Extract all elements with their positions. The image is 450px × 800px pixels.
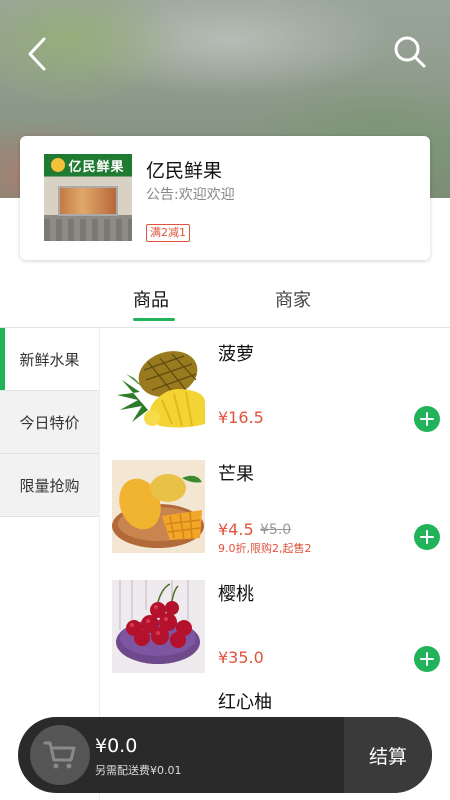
search-icon (394, 36, 426, 68)
product-name: 红心柚 (218, 692, 272, 713)
product-item[interactable]: 菠萝 ¥16.5 (100, 328, 450, 448)
category-label: 今日特价 (19, 413, 80, 432)
store-floor-image (44, 219, 132, 241)
category-item-limited-sale[interactable]: 限量抢购 (0, 454, 99, 517)
product-image-mango (112, 460, 205, 553)
product-price: ¥35.0 (218, 648, 264, 667)
category-label: 限量抢购 (19, 476, 80, 495)
product-image-cherry (112, 580, 205, 673)
tab-goods[interactable]: 商品 (133, 286, 169, 312)
product-price: ¥4.5 (218, 520, 254, 539)
tab-merchant[interactable]: 商家 (275, 286, 311, 312)
category-item-fresh-fruit[interactable]: 新鲜水果 (0, 328, 99, 391)
chevron-left-icon (28, 37, 46, 71)
category-label: 新鲜水果 (19, 350, 80, 369)
add-to-cart-button[interactable] (414, 646, 440, 672)
active-tab-indicator (133, 318, 175, 321)
product-item[interactable]: 芒果 ¥4.5 ¥5.0 9.0折,限购2,起售2 (100, 448, 450, 568)
promo-badge: 满2减1 (146, 224, 190, 242)
back-button[interactable] (22, 36, 52, 72)
cherry-image (112, 580, 205, 673)
store-name: 亿民鲜果 (146, 160, 223, 182)
search-button[interactable] (392, 34, 428, 70)
store-photo: 亿民鲜果 (44, 154, 132, 241)
store-sign-text: 亿民鲜果 (68, 159, 125, 175)
store-notice: 公告:欢迎欢迎 (146, 187, 235, 203)
product-original-price: ¥5.0 (260, 522, 292, 538)
add-to-cart-button[interactable] (414, 406, 440, 432)
store-door-image (58, 186, 118, 216)
tab-bar: 商品 商家 (0, 272, 450, 328)
product-discount-note: 9.0折,限购2,起售2 (218, 542, 312, 555)
store-sign: 亿民鲜果 (44, 154, 132, 176)
category-item-daily-special[interactable]: 今日特价 (0, 391, 99, 454)
mango-image (112, 460, 205, 553)
store-logo-icon (51, 158, 66, 172)
product-name: 菠萝 (218, 344, 254, 365)
product-item[interactable]: 樱桃 ¥35.0 (100, 568, 450, 688)
product-name: 芒果 (218, 464, 254, 485)
cart-button[interactable] (30, 725, 90, 785)
store-info-card[interactable]: 亿民鲜果 亿民鲜果 公告:欢迎欢迎 满2减1 (20, 136, 430, 260)
shopping-cart-icon (43, 741, 76, 769)
add-to-cart-button[interactable] (414, 524, 440, 550)
cart-bar: ¥0.0 另需配送费¥0.01 结算 (18, 717, 432, 793)
cart-total: ¥0.0 (95, 735, 138, 757)
pineapple-image (112, 340, 205, 433)
product-image-pineapple (112, 340, 205, 433)
product-name: 樱桃 (218, 584, 254, 605)
delivery-fee-note: 另需配送费¥0.01 (95, 764, 182, 777)
product-price: ¥16.5 (218, 408, 264, 427)
checkout-button[interactable]: 结算 (344, 717, 432, 793)
